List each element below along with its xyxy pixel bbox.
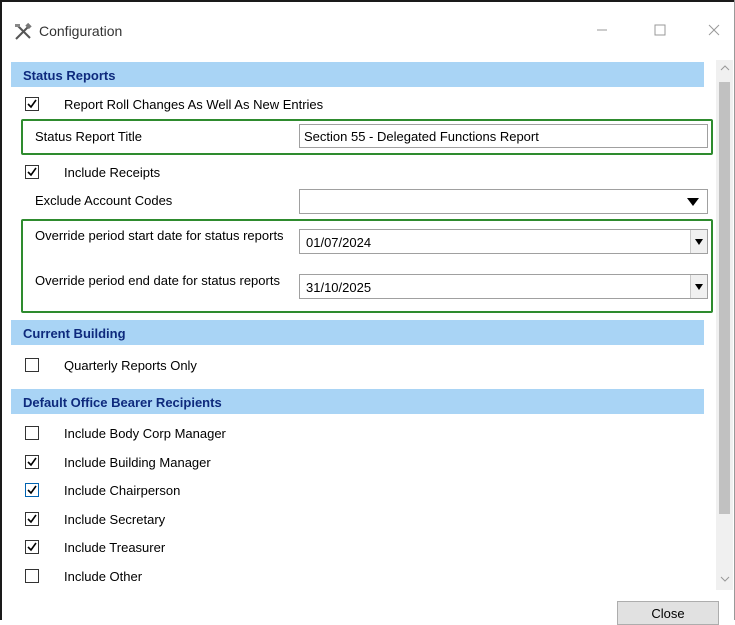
- exclude-account-codes-dropdown[interactable]: [299, 189, 708, 214]
- dropdown-arrow-icon[interactable]: [690, 230, 707, 253]
- recipient-row[interactable]: Include Secretary: [25, 508, 165, 530]
- scrollbar-thumb[interactable]: [719, 82, 730, 514]
- override-end-value: 31/10/2025: [306, 280, 372, 295]
- override-end-date-picker[interactable]: 31/10/2025: [299, 274, 708, 299]
- scroll-up-icon[interactable]: [720, 63, 730, 73]
- close-icon: [708, 24, 720, 39]
- include-chairperson-checkbox[interactable]: [25, 483, 39, 497]
- override-start-value: 01/07/2024: [306, 235, 372, 250]
- include-receipts-checkbox[interactable]: [25, 165, 39, 179]
- recipient-label: Include Building Manager: [64, 454, 211, 470]
- roll-changes-row[interactable]: Report Roll Changes As Well As New Entri…: [25, 93, 323, 115]
- recipient-row[interactable]: Include Chairperson: [25, 479, 180, 501]
- recipient-label: Include Other: [64, 568, 143, 584]
- include-other-checkbox[interactable]: [25, 569, 39, 583]
- close-window-button[interactable]: [692, 14, 735, 48]
- include-building-manager-checkbox[interactable]: [25, 455, 39, 469]
- quarterly-only-row[interactable]: Quarterly Reports Only: [25, 354, 197, 376]
- roll-changes-checkbox[interactable]: [25, 97, 39, 111]
- override-end-label: Override period end date for status repo…: [35, 273, 280, 288]
- roll-changes-label: Report Roll Changes As Well As New Entri…: [64, 96, 324, 112]
- override-start-date-picker[interactable]: 01/07/2024: [299, 229, 708, 254]
- include-treasurer-checkbox[interactable]: [25, 540, 39, 554]
- status-report-title-label: Status Report Title: [35, 129, 142, 144]
- minimize-icon: [596, 24, 608, 39]
- recipient-row[interactable]: Include Building Manager: [25, 451, 211, 473]
- quarterly-only-checkbox[interactable]: [25, 358, 39, 372]
- dropdown-arrow-icon[interactable]: [690, 275, 707, 298]
- include-receipts-label: Include Receipts: [64, 164, 161, 180]
- recipient-row[interactable]: Include Body Corp Manager: [25, 422, 226, 444]
- tools-icon: [13, 22, 33, 42]
- vertical-scrollbar[interactable]: [716, 60, 733, 590]
- quarterly-only-label: Quarterly Reports Only: [64, 357, 197, 373]
- recipient-row[interactable]: Include Treasurer: [25, 536, 165, 558]
- include-secretary-checkbox[interactable]: [25, 512, 39, 526]
- title-bar[interactable]: Configuration: [2, 2, 734, 60]
- scroll-down-icon[interactable]: [720, 574, 730, 584]
- dropdown-arrow-icon[interactable]: [678, 190, 707, 213]
- recipient-label: Include Chairperson: [64, 482, 181, 498]
- recipient-label: Include Treasurer: [64, 539, 166, 555]
- window-title: Configuration: [39, 23, 123, 39]
- recipient-label: Include Body Corp Manager: [64, 425, 226, 441]
- maximize-icon: [654, 24, 666, 39]
- include-receipts-row[interactable]: Include Receipts: [25, 161, 160, 183]
- status-report-title-input[interactable]: [299, 124, 708, 148]
- include-body-corp-manager-checkbox[interactable]: [25, 426, 39, 440]
- section-header-current-building: Current Building: [11, 320, 704, 345]
- override-start-label: Override period start date for status re…: [35, 228, 284, 243]
- recipient-row[interactable]: Include Other: [25, 565, 142, 587]
- section-header-status-reports: Status Reports: [11, 62, 704, 87]
- window-left-edge: [0, 0, 2, 620]
- minimize-button[interactable]: [580, 14, 624, 48]
- close-button[interactable]: Close: [617, 601, 719, 625]
- exclude-account-codes-label: Exclude Account Codes: [35, 193, 173, 208]
- maximize-button[interactable]: [638, 14, 682, 48]
- recipient-label: Include Secretary: [64, 511, 166, 527]
- section-header-default-recipients: Default Office Bearer Recipients: [11, 389, 704, 414]
